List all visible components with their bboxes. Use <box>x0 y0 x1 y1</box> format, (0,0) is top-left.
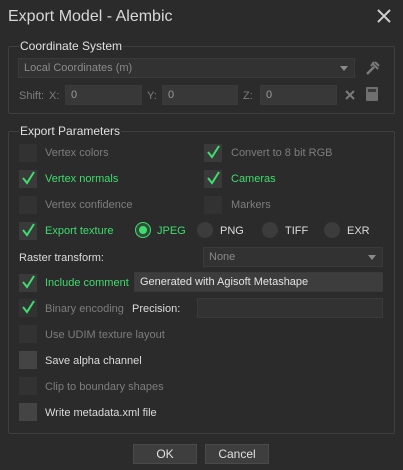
include-comment-checkbox[interactable] <box>19 274 37 292</box>
markers-checkbox[interactable] <box>204 196 222 214</box>
format-jpeg-label: JPEG <box>157 225 186 237</box>
vertex-confidence-checkbox[interactable] <box>19 196 37 214</box>
shift-x-label: X: <box>49 90 60 102</box>
clip-boundary-label: Clip to boundary shapes <box>45 381 164 393</box>
raster-transform-value: None <box>209 251 236 263</box>
calculator-icon[interactable] <box>365 86 379 102</box>
convert-8bit-label: Convert to 8 bit RGB <box>231 147 333 159</box>
checkmark-icon <box>22 171 35 185</box>
crs-dropdown[interactable]: Local Coordinates (m) <box>18 58 355 78</box>
export-texture-checkbox[interactable] <box>19 222 37 240</box>
export-parameters-title: Export Parameters <box>19 124 122 138</box>
title-bar: Export Model - Alembic <box>0 0 403 36</box>
convert-8bit-checkbox[interactable] <box>204 144 222 162</box>
format-png-label: PNG <box>220 225 244 237</box>
format-tiff-label: TIFF <box>285 225 309 237</box>
cancel-button[interactable]: Cancel <box>205 444 269 464</box>
binary-encoding-checkbox[interactable] <box>19 299 37 317</box>
checkmark-icon <box>22 223 35 237</box>
udim-label: Use UDIM texture layout <box>45 329 165 341</box>
include-comment-label: Include comment <box>45 277 129 289</box>
crs-settings-icon[interactable] <box>364 59 382 77</box>
window-title: Export Model - Alembic <box>8 8 173 25</box>
save-alpha-checkbox[interactable] <box>19 351 37 369</box>
write-metadata-label: Write metadata.xml file <box>45 407 157 419</box>
shift-y-label: Y: <box>147 90 157 102</box>
vertex-normals-checkbox[interactable] <box>19 170 37 188</box>
precision-label: Precision: <box>132 303 181 315</box>
udim-checkbox[interactable] <box>19 325 37 343</box>
format-exr-label: EXR <box>347 225 370 237</box>
coordinate-system-title: Coordinate System <box>19 39 124 53</box>
export-texture-label: Export texture <box>45 225 114 237</box>
shift-label: Shift: <box>19 90 45 102</box>
close-icon[interactable] <box>375 7 393 25</box>
format-tiff-radio[interactable] <box>262 222 278 238</box>
cameras-checkbox[interactable] <box>204 170 222 188</box>
checkmark-icon <box>22 300 35 314</box>
chevron-down-icon <box>368 255 376 260</box>
shift-x-input[interactable]: 0 <box>65 85 142 105</box>
vertex-colors-label: Vertex colors <box>45 147 109 159</box>
ok-button[interactable]: OK <box>133 444 197 464</box>
write-metadata-checkbox[interactable] <box>19 403 37 421</box>
crs-value: Local Coordinates (m) <box>24 62 133 74</box>
checkmark-icon <box>22 275 35 289</box>
format-jpeg-radio[interactable] <box>135 222 151 238</box>
shift-z-input[interactable]: 0 <box>260 85 337 105</box>
vertex-confidence-label: Vertex confidence <box>45 199 133 211</box>
vertex-colors-checkbox[interactable] <box>19 144 37 162</box>
format-exr-radio[interactable] <box>324 222 340 238</box>
save-alpha-label: Save alpha channel <box>45 355 142 367</box>
clear-shift-icon[interactable] <box>343 88 357 102</box>
vertex-normals-label: Vertex normals <box>45 173 119 185</box>
binary-encoding-label: Binary encoding <box>45 303 124 315</box>
shift-y-input[interactable]: 0 <box>162 85 238 105</box>
cameras-label: Cameras <box>231 173 276 185</box>
chevron-down-icon <box>340 66 348 71</box>
comment-input[interactable]: Generated with Agisoft Metashape <box>134 272 383 292</box>
clip-boundary-checkbox[interactable] <box>19 377 37 395</box>
precision-input[interactable] <box>197 298 383 318</box>
format-png-radio[interactable] <box>197 222 213 238</box>
raster-transform-dropdown[interactable]: None <box>203 247 383 267</box>
shift-z-label: Z: <box>243 90 253 102</box>
raster-transform-label: Raster transform: <box>19 252 104 264</box>
checkmark-icon <box>207 145 220 159</box>
checkmark-icon <box>207 171 220 185</box>
markers-label: Markers <box>231 199 271 211</box>
